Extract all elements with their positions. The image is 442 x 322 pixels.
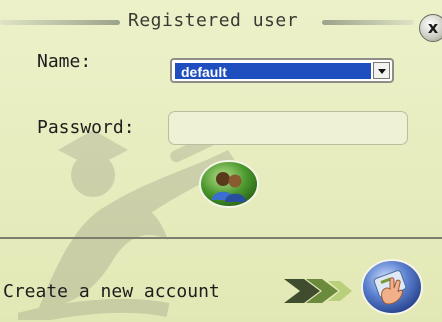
name-select-selection: default xyxy=(174,62,372,80)
chevron-down-icon[interactable] xyxy=(373,62,390,79)
close-icon: x xyxy=(427,18,439,37)
chevron-right-icon xyxy=(284,279,352,303)
create-account-button[interactable] xyxy=(360,258,424,316)
name-select[interactable]: default xyxy=(170,58,394,83)
name-select-value: default xyxy=(181,64,227,80)
close-button[interactable]: x xyxy=(419,14,442,42)
dialog-title: Registered user xyxy=(128,10,299,31)
login-dialog: Registered user x Name: default Password… xyxy=(0,0,442,322)
password-field[interactable] xyxy=(168,111,408,145)
create-account-link[interactable]: Create a new account xyxy=(3,281,220,302)
title-decoration-left xyxy=(0,20,120,25)
name-label: Name: xyxy=(37,51,92,72)
divider xyxy=(0,237,442,239)
title-decoration-right xyxy=(322,20,414,25)
password-label: Password: xyxy=(37,117,135,138)
title-bar: Registered user x xyxy=(0,8,442,42)
login-button[interactable] xyxy=(198,160,260,208)
